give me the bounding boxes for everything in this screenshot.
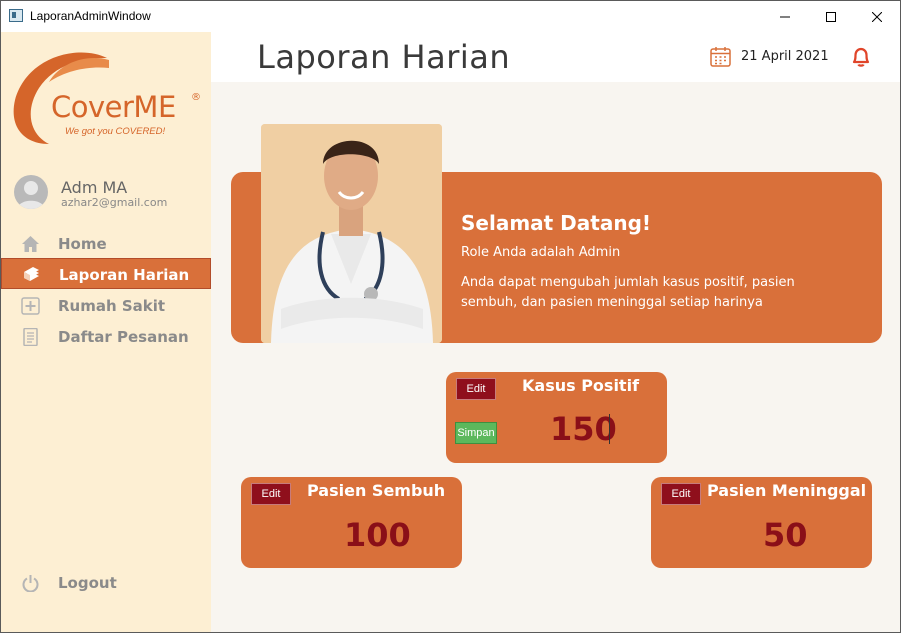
sidebar-item-label: Daftar Pesanan bbox=[58, 328, 189, 346]
logo-tagline: We got you COVERED! bbox=[65, 126, 166, 137]
current-date: 21 April 2021 bbox=[741, 49, 829, 64]
logo-registered: ® bbox=[191, 92, 201, 103]
app-window: LaporanAdminWindow CoverME ® We got you … bbox=[0, 0, 901, 633]
logout-button[interactable]: Logout bbox=[1, 567, 211, 598]
sidebar-item-label: Rumah Sakit bbox=[58, 297, 166, 315]
power-icon bbox=[22, 575, 39, 592]
user-email: azhar2@gmail.com bbox=[61, 196, 168, 209]
hospital-plus-icon bbox=[21, 297, 40, 315]
stat-card-kasus-positif: Edit Kasus Positif Simpan 150 bbox=[446, 372, 667, 463]
maximize-button[interactable] bbox=[808, 1, 854, 32]
order-list-icon bbox=[23, 328, 38, 346]
bell-icon bbox=[852, 47, 870, 67]
sidebar-item-label: Home bbox=[58, 235, 107, 253]
user-name: Adm MA bbox=[61, 178, 128, 197]
page-title: Laporan Harian bbox=[257, 38, 511, 76]
text-caret bbox=[609, 414, 610, 444]
sidebar-item-rumah-sakit[interactable]: Rumah Sakit bbox=[1, 290, 211, 321]
close-icon bbox=[872, 11, 882, 22]
role-text: Role Anda adalah Admin bbox=[461, 245, 621, 260]
notification-button[interactable] bbox=[849, 45, 873, 69]
minimize-button[interactable] bbox=[762, 1, 808, 32]
edit-positif-button[interactable]: Edit bbox=[456, 378, 496, 400]
doctor-photo bbox=[261, 124, 442, 343]
user-avatar-icon bbox=[17, 181, 45, 209]
maximize-icon bbox=[826, 11, 836, 22]
welcome-title: Selamat Datang! bbox=[461, 211, 652, 235]
stat-card-pasien-sembuh: Edit Pasien Sembuh 100 bbox=[241, 477, 462, 568]
window-title: LaporanAdminWindow bbox=[30, 9, 151, 23]
page-header: Laporan Harian 21 April 2021 bbox=[211, 32, 900, 82]
save-positif-button[interactable]: Simpan bbox=[455, 422, 497, 444]
avatar bbox=[14, 175, 48, 209]
edit-meninggal-button[interactable]: Edit bbox=[661, 483, 701, 505]
stat-title: Pasien Meninggal bbox=[707, 481, 867, 500]
sidebar: CoverME ® We got you COVERED! Adm MA azh… bbox=[1, 32, 211, 632]
stat-card-pasien-meninggal: Edit Pasien Meninggal 50 bbox=[651, 477, 872, 568]
report-book-icon bbox=[24, 267, 39, 281]
stat-value: 50 bbox=[763, 516, 808, 554]
banner-description: Anda dapat mengubah jumlah kasus positif… bbox=[461, 275, 795, 310]
home-icon bbox=[22, 236, 39, 252]
logo-brand: CoverME bbox=[51, 90, 176, 124]
calendar-icon bbox=[710, 47, 731, 67]
title-bar: LaporanAdminWindow bbox=[1, 1, 900, 32]
sidebar-item-label: Laporan Harian bbox=[59, 266, 190, 284]
minimize-icon bbox=[780, 16, 790, 17]
edit-sembuh-button[interactable]: Edit bbox=[251, 483, 291, 505]
doctor-illustration-icon bbox=[261, 124, 442, 343]
stat-title: Pasien Sembuh bbox=[307, 481, 446, 500]
stat-title: Kasus Positif bbox=[522, 376, 640, 395]
stat-value: 100 bbox=[344, 516, 411, 554]
main-content: Laporan Harian 21 April 2021 Selamat Dat… bbox=[211, 32, 900, 632]
sidebar-item-laporan-harian[interactable]: Laporan Harian bbox=[1, 258, 211, 289]
sidebar-item-daftar-pesanan[interactable]: Daftar Pesanan bbox=[1, 321, 211, 352]
logout-label: Logout bbox=[58, 574, 117, 592]
app-icon bbox=[9, 9, 23, 22]
close-button[interactable] bbox=[854, 1, 900, 32]
stat-value-input[interactable]: 150 bbox=[550, 410, 617, 448]
sidebar-item-home[interactable]: Home bbox=[1, 228, 211, 259]
